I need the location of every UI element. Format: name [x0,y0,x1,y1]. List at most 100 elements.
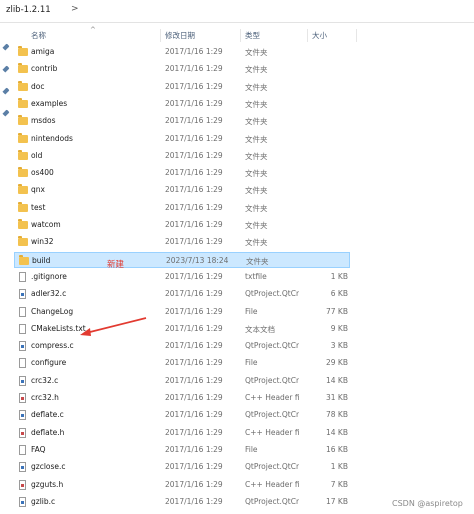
address-bar[interactable]: zlib-1.2.11 > [0,0,474,23]
row-date: 2017/1/16 1:29 [165,168,223,178]
row-name: old [31,150,43,160]
row-date: 2017/1/16 1:29 [165,185,223,195]
row-type: C++ Header file [245,427,299,437]
column-divider[interactable] [240,29,241,42]
row-date: 2017/1/16 1:29 [165,444,223,454]
h-file-icon [18,427,28,438]
row-date: 2017/1/16 1:29 [165,64,223,74]
table-row[interactable]: FAQ 2017/1/16 1:29 File 16 KB [14,442,350,458]
table-row[interactable]: examples 2017/1/16 1:29 文件夹 [14,96,350,112]
row-name: nintendods [31,133,73,143]
table-row[interactable]: amiga 2017/1/16 1:29 文件夹 [14,44,350,60]
row-name: msdos [31,116,56,126]
row-name: adler32.c [31,289,67,299]
folder-icon [18,80,28,92]
table-row[interactable]: gzlib.c 2017/1/16 1:29 QtProject.QtCre... 1… [14,494,350,510]
breadcrumb-chevron-icon[interactable]: > [71,4,79,14]
pin-icon[interactable] [2,87,10,95]
c-file-icon [18,410,28,421]
row-date: 2017/1/16 1:29 [165,358,223,368]
table-row[interactable]: msdos 2017/1/16 1:29 文件夹 [14,113,350,129]
quick-access-pins [0,40,14,130]
table-row[interactable]: qnx 2017/1/16 1:29 文件夹 [14,182,350,198]
table-row[interactable]: deflate.h 2017/1/16 1:29 C++ Header file 14… [14,425,350,441]
table-row[interactable]: compress.c 2017/1/16 1:29 QtProject.QtCre.… [14,338,350,354]
table-row[interactable]: .gitignore 2017/1/16 1:29 txtfile 1 KB [14,269,350,285]
table-row[interactable]: contrib 2017/1/16 1:29 文件夹 [14,61,350,77]
folder-icon [18,184,28,195]
row-size: 77 KB [326,306,348,316]
table-row[interactable]: doc 2017/1/16 1:29 文件夹 [14,79,350,95]
row-type: 文件夹 [245,117,268,127]
col-type[interactable]: 类型 [245,30,260,41]
row-type: 文件夹 [245,238,268,248]
row-name: doc [31,81,45,91]
row-type: QtProject.QtCre... [245,462,299,472]
table-row[interactable]: gzguts.h 2017/1/16 1:29 C++ Header file 7 K… [14,477,350,493]
row-name: gzlib.c [31,496,56,506]
address-path[interactable]: zlib-1.2.11 [6,5,51,15]
watermark: CSDN @aspiretop [392,499,463,508]
row-name: gzclose.c [31,462,66,472]
row-size: 3 KB [330,341,348,351]
table-row[interactable]: crc32.c 2017/1/16 1:29 QtProject.QtCre... 1… [14,373,350,389]
h-file-icon [18,393,28,403]
row-name: build [32,255,51,265]
column-divider[interactable] [307,29,308,42]
row-name: win32 [31,237,54,247]
table-row[interactable]: adler32.c 2017/1/16 1:29 QtProject.QtCre..… [14,286,350,302]
row-type: QtProject.QtCre... [245,289,299,299]
row-type: File [245,358,258,368]
row-size: 9 KB [330,323,348,333]
folder-icon [18,167,28,178]
folder-icon [18,115,28,126]
table-row[interactable]: ChangeLog 2017/1/16 1:29 File 77 KB [14,304,350,320]
table-row[interactable]: win32 2017/1/16 1:29 文件夹 [14,234,350,250]
row-name: compress.c [31,341,74,351]
row-date: 2017/1/16 1:29 [165,47,223,56]
row-date: 2017/1/16 1:29 [165,462,223,472]
col-name[interactable]: 名称 [31,30,46,41]
col-date[interactable]: 修改日期 [165,30,195,41]
c-file-icon [18,462,28,473]
row-name: test [31,202,46,212]
h-file-icon [18,479,28,490]
column-divider[interactable] [160,29,161,42]
table-row[interactable]: CMakeLists.txt 2017/1/16 1:29 文本文档 9 KB [14,321,350,337]
row-date: 2017/1/16 1:29 [165,116,223,126]
row-size: 31 KB [326,393,348,402]
row-name: qnx [31,185,45,195]
table-row[interactable]: watcom 2017/1/16 1:29 文件夹 [14,217,350,233]
row-name: gzguts.h [31,479,64,489]
row-type: 文件夹 [245,169,268,179]
row-type: 文件夹 [245,48,268,57]
table-row-selected[interactable]: build 2023/7/13 18:24 文件夹 [14,251,350,268]
row-name: ChangeLog [31,306,74,316]
row-size: 14 KB [326,375,348,385]
table-row[interactable]: crc32.h 2017/1/16 1:29 C++ Header file 31 K… [14,390,350,406]
table-row[interactable]: deflate.c 2017/1/16 1:29 QtProject.QtCre..… [14,407,350,423]
table-row[interactable]: gzclose.c 2017/1/16 1:29 QtProject.QtCre..… [14,459,350,475]
table-row[interactable]: nintendods 2017/1/16 1:29 文件夹 [14,131,350,147]
table-row[interactable]: configure 2017/1/16 1:29 File 29 KB [14,355,350,371]
c-file-icon [18,375,28,386]
pin-icon[interactable] [2,109,10,117]
row-name: os400 [31,168,54,178]
row-size: 6 KB [330,289,348,299]
row-size: 16 KB [326,444,348,454]
row-name: examples [31,98,68,108]
column-divider[interactable] [356,29,357,42]
col-size[interactable]: 大小 [312,30,327,41]
table-row[interactable]: os400 2017/1/16 1:29 文件夹 [14,165,350,181]
pin-icon[interactable] [2,65,10,73]
row-date: 2017/1/16 1:29 [165,237,223,247]
pin-icon[interactable] [2,43,10,51]
folder-icon [18,149,28,161]
folder-icon [18,63,28,74]
file-icon [18,444,28,455]
table-row[interactable]: test 2017/1/16 1:29 文件夹 [14,200,350,216]
row-name: watcom [31,220,61,229]
row-size: 1 KB [330,462,348,472]
table-row[interactable]: old 2017/1/16 1:29 文件夹 [14,148,350,164]
row-type: 文件夹 [245,134,268,144]
